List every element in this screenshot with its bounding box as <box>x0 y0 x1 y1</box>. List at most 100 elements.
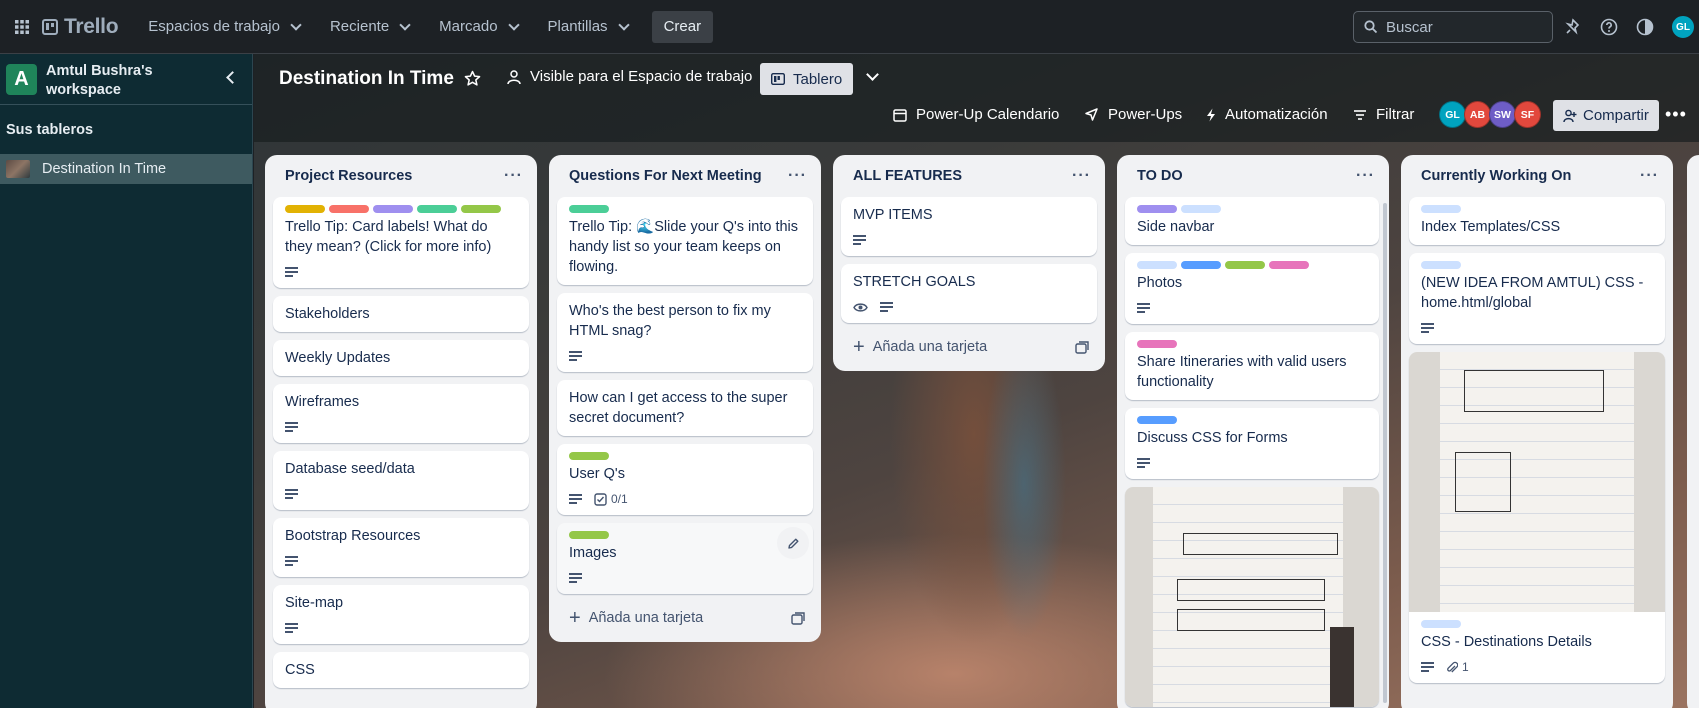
label-purple[interactable] <box>373 205 413 213</box>
list-menu-icon[interactable]: ··· <box>1640 167 1659 185</box>
member-avatar[interactable]: SW <box>1489 101 1516 128</box>
card[interactable]: MVP ITEMS <box>841 197 1097 256</box>
list-menu-icon[interactable]: ··· <box>788 167 807 185</box>
app-switcher-icon[interactable] <box>4 9 40 45</box>
create-from-template-icon[interactable] <box>791 611 805 625</box>
label-light-blue[interactable] <box>1137 261 1177 269</box>
label-pink[interactable] <box>1137 340 1177 348</box>
workspace-avatar[interactable]: A <box>6 64 37 95</box>
label-purple[interactable] <box>1137 205 1177 213</box>
label-light-blue[interactable] <box>1421 620 1461 628</box>
card[interactable]: Bootstrap Resources <box>273 518 529 577</box>
create-from-template-icon[interactable] <box>1075 340 1089 354</box>
label-green[interactable] <box>1225 261 1265 269</box>
share-button[interactable]: Compartir <box>1553 100 1659 131</box>
list-scrollbar[interactable] <box>1383 203 1387 703</box>
card-image-cover[interactable]: CSS - Destinations Details 1 <box>1409 352 1665 683</box>
nav-starred[interactable]: Marcado <box>427 11 529 43</box>
list-header[interactable]: Questions For Next Meeting ··· <box>557 155 813 197</box>
automation-button[interactable]: Automatización <box>1206 106 1328 123</box>
board-menu-icon[interactable]: ••• <box>1665 104 1687 125</box>
help-icon[interactable] <box>1598 16 1620 38</box>
label-yellow[interactable] <box>285 205 325 213</box>
label-pink[interactable] <box>1269 261 1309 269</box>
add-card-button[interactable]: + Añada una tarjeta <box>557 602 813 634</box>
chevron-down-icon <box>507 18 520 31</box>
list-header[interactable]: ALL FEATURES ··· <box>841 155 1097 197</box>
card-title: Index Templates/CSS <box>1421 219 1561 235</box>
search-input[interactable]: Buscar <box>1353 11 1553 43</box>
card[interactable]: CSS <box>273 652 529 688</box>
label-light-blue[interactable] <box>1421 205 1461 213</box>
member-avatar[interactable]: AB <box>1464 101 1491 128</box>
nav-recent[interactable]: Reciente <box>318 11 421 43</box>
list-header[interactable]: Project Resources ··· <box>273 155 529 197</box>
card[interactable]: Index Templates/CSS <box>1409 197 1665 245</box>
chevron-down-icon <box>290 18 302 31</box>
label-teal[interactable] <box>569 205 609 213</box>
card[interactable]: Trello Tip: 🌊Slide your Q's into this ha… <box>557 197 813 285</box>
list-title[interactable]: ALL FEATURES <box>853 168 962 184</box>
list-menu-icon[interactable]: ··· <box>1072 167 1091 185</box>
card[interactable]: Database seed/data <box>273 451 529 510</box>
rocket-icon <box>1085 108 1098 121</box>
list-title[interactable]: TO DO <box>1137 168 1183 184</box>
notifications-icon[interactable] <box>1562 16 1584 38</box>
sketch-box <box>1464 370 1604 412</box>
card[interactable]: Discuss CSS for Forms <box>1125 408 1379 479</box>
label-teal[interactable] <box>417 205 457 213</box>
list-header[interactable]: TO DO ··· <box>1125 155 1381 197</box>
calendar-powerup-button[interactable]: Power-Up Calendario <box>893 106 1059 123</box>
list-title[interactable]: Currently Working On <box>1421 168 1571 184</box>
card[interactable]: How can I get access to the super secret… <box>557 380 813 436</box>
card[interactable]: (NEW IDEA FROM AMTUL) CSS - home.html/gl… <box>1409 253 1665 344</box>
card-image-cover[interactable] <box>1125 487 1379 707</box>
card[interactable]: Images <box>557 523 813 594</box>
theme-toggle-icon[interactable] <box>1634 16 1656 38</box>
label-blue[interactable] <box>1181 261 1221 269</box>
card[interactable]: Weekly Updates <box>273 340 529 376</box>
card[interactable]: Site-map <box>273 585 529 644</box>
card[interactable]: User Q's 0/1 <box>557 444 813 515</box>
workspace-name[interactable]: Amtul Bushra's workspace <box>46 62 206 100</box>
card[interactable]: STRETCH GOALS <box>841 264 1097 323</box>
powerups-button[interactable]: Power-Ups <box>1084 106 1182 123</box>
edit-card-icon[interactable] <box>777 527 809 559</box>
list-menu-icon[interactable]: ··· <box>1356 167 1375 185</box>
collapse-sidebar-icon[interactable] <box>226 71 239 84</box>
trello-logo[interactable]: Trello <box>42 15 119 39</box>
user-avatar[interactable]: GL <box>1671 15 1695 39</box>
list-header[interactable]: Currently Working On ··· <box>1409 155 1665 197</box>
list-title[interactable]: Project Resources <box>285 168 412 184</box>
views-chevron-down-icon[interactable] <box>866 68 879 81</box>
card[interactable]: Share Itineraries with valid users funct… <box>1125 332 1379 400</box>
label-green[interactable] <box>569 531 609 539</box>
list-title[interactable]: Questions For Next Meeting <box>569 168 762 184</box>
card[interactable]: Photos <box>1125 253 1379 324</box>
nav-templates[interactable]: Plantillas <box>536 11 640 43</box>
visibility-button[interactable]: Visible para el Espacio de trabajo <box>506 68 752 85</box>
description-icon <box>1421 323 1434 333</box>
member-avatar[interactable]: SF <box>1514 101 1541 128</box>
label-light-blue[interactable] <box>1181 205 1221 213</box>
label-green[interactable] <box>461 205 501 213</box>
card[interactable]: Wireframes <box>273 384 529 443</box>
view-board-tab[interactable]: Tablero <box>760 63 854 95</box>
add-card-button[interactable]: + Añada una tarjeta <box>841 331 1097 363</box>
star-icon[interactable] <box>464 70 481 90</box>
label-blue[interactable] <box>1137 416 1177 424</box>
card[interactable]: Side navbar <box>1125 197 1379 245</box>
filter-button[interactable]: Filtrar <box>1353 106 1414 123</box>
label-light-blue[interactable] <box>1421 261 1461 269</box>
label-red[interactable] <box>329 205 369 213</box>
label-green[interactable] <box>569 452 609 460</box>
create-button[interactable]: Crear <box>651 10 714 43</box>
card[interactable]: Trello Tip: Card labels! What do they me… <box>273 197 529 288</box>
card[interactable]: Stakeholders <box>273 296 529 332</box>
list-menu-icon[interactable]: ··· <box>504 167 523 185</box>
board-title[interactable]: Destination In Time <box>279 68 454 90</box>
sidebar-board-destination-in-time[interactable]: Destination In Time <box>0 154 252 184</box>
card[interactable]: Who's the best person to fix my HTML sna… <box>557 293 813 372</box>
member-avatar[interactable]: GL <box>1439 101 1466 128</box>
nav-workspaces[interactable]: Espacios de trabajo <box>136 11 312 43</box>
